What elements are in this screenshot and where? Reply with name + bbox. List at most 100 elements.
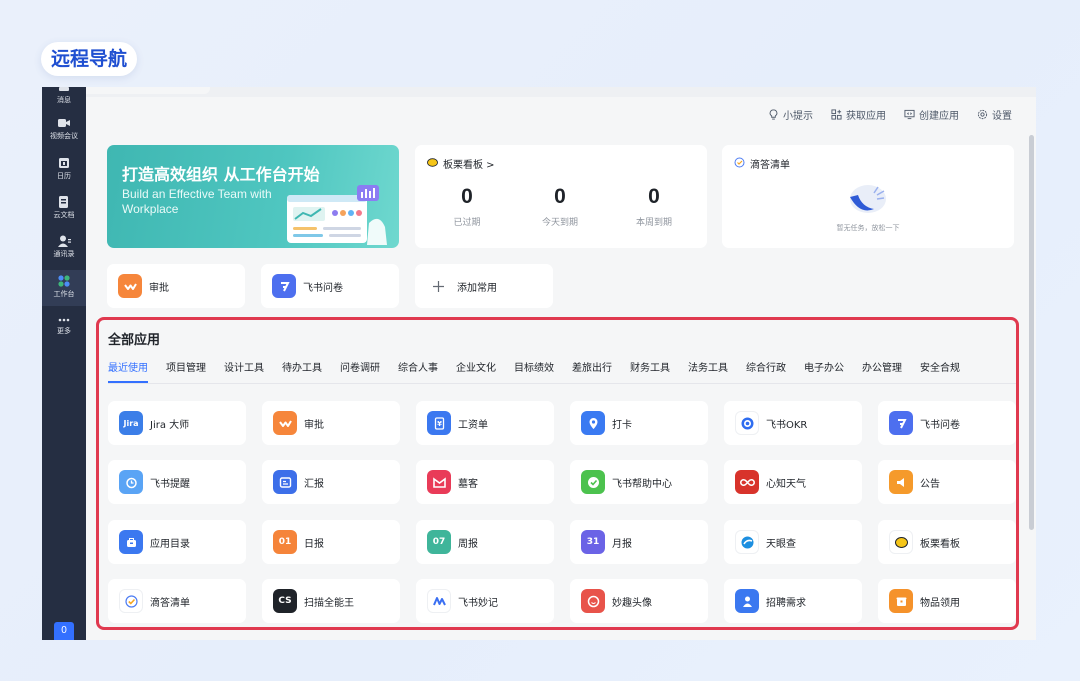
app-card-survey[interactable]: 飞书问卷 (878, 401, 1016, 445)
app-card-label: 周报 (458, 538, 478, 550)
sidebar-item-contacts[interactable]: 通讯录 (42, 235, 86, 259)
sidebar-item-workplace[interactable]: 工作台 (42, 270, 86, 306)
tab-category[interactable]: 电子办公 (804, 359, 844, 383)
settings-button[interactable]: 设置 (977, 107, 1012, 122)
sidebar-item-more[interactable]: 更多 (42, 316, 86, 336)
app-card-label: Jira 大师 (150, 419, 190, 431)
reminder-icon (119, 470, 143, 494)
app-card-okr[interactable]: 飞书OKR (724, 401, 862, 445)
stat-overdue[interactable]: 0 已过期 (422, 185, 512, 228)
stat-label: 本周到期 (635, 218, 672, 228)
app-card-jira[interactable]: Jira Jira 大师 (108, 401, 246, 445)
app-card-tianyancha[interactable]: 天眼查 (724, 520, 862, 564)
report-icon (273, 470, 297, 494)
tab-category[interactable]: 财务工具 (630, 359, 670, 383)
app-card-approval[interactable]: 审批 (262, 401, 400, 445)
survey-icon (889, 411, 913, 435)
tab-category[interactable]: 综合人事 (398, 359, 438, 383)
sidebar: 消息 视频会议 日历 云文档 通讯录 工作台 更多 0 (42, 87, 86, 640)
app-card-avatar-app[interactable]: 妙趣头像 (570, 579, 708, 623)
tab-category[interactable]: 办公管理 (862, 359, 902, 383)
add-frequent-button[interactable]: 添加常用 (415, 264, 553, 308)
stat-due-today[interactable]: 0 今天到期 (515, 185, 605, 228)
calendar-icon (57, 157, 71, 169)
app-card-payroll[interactable]: ¥ 工资单 (416, 401, 554, 445)
todo-empty-text: 暂无任务，放松一下 (836, 224, 900, 232)
app-card-label: 飞书OKR (766, 419, 808, 431)
tab-category[interactable]: 最近使用 (108, 359, 148, 383)
minutes-icon (427, 589, 451, 613)
tianyancha-icon (735, 530, 759, 554)
quick-app-label: 审批 (149, 282, 169, 294)
tab-category[interactable]: 企业文化 (456, 359, 496, 383)
kanban-header[interactable]: 板栗看板 > (427, 156, 495, 171)
stat-value: 0 (554, 185, 566, 208)
tab-category[interactable]: 问卷调研 (340, 359, 380, 383)
app-card-app-directory[interactable]: 应用目录 (108, 520, 246, 564)
todo-header[interactable]: 滴答清单 (734, 156, 790, 171)
workplace-banner[interactable]: 打造高效组织 从工作台开始 Build an Effective Team wi… (107, 145, 399, 248)
count-badge[interactable]: 0 (54, 622, 74, 640)
todo-widget[interactable]: 滴答清单 暂无任务，放松一下 (722, 145, 1014, 248)
section-title: 全部应用 (108, 333, 161, 348)
app-card-label: 板栗看板 (920, 538, 960, 550)
app-card-daily-report[interactable]: 01 日报 (262, 520, 400, 564)
message-icon (57, 87, 71, 93)
ticktick-icon (119, 589, 143, 613)
app-card-checkin[interactable]: 打卡 (570, 401, 708, 445)
get-apps-label: 获取应用 (846, 111, 886, 122)
get-apps-button[interactable]: 获取应用 (831, 107, 886, 122)
tab-category[interactable]: 法务工具 (688, 359, 728, 383)
ticktick-icon (734, 157, 745, 171)
app-card-mooc[interactable]: 墓客 (416, 460, 554, 504)
create-app-button[interactable]: 创建应用 (904, 107, 959, 122)
sidebar-item-messages[interactable]: 消息 (42, 87, 86, 105)
approval-icon (273, 411, 297, 435)
workplace-icon (57, 275, 71, 287)
banner-subtitle: Build an Effective Team with Workplace (122, 187, 272, 216)
app-card-item-claim[interactable]: 物品领用 (878, 579, 1016, 623)
sidebar-item-label: 通讯录 (53, 250, 75, 258)
recruit-icon (735, 589, 759, 613)
payroll-icon: ¥ (427, 411, 451, 435)
quick-app-approval[interactable]: 审批 (107, 264, 245, 308)
kanban-widget[interactable]: 板栗看板 > 0 已过期 0 今天到期 0 本周到期 (415, 145, 707, 248)
app-card-kanban[interactable]: 板栗看板 (878, 520, 1016, 564)
scrollbar[interactable] (1029, 135, 1034, 530)
tab-category[interactable]: 差旅出行 (572, 359, 612, 383)
tab-category[interactable]: 项目管理 (166, 359, 206, 383)
app-card-weekly-report[interactable]: 07 周报 (416, 520, 554, 564)
app-card-camscanner[interactable]: CS 扫描全能王 (262, 579, 400, 623)
tab-category[interactable]: 设计工具 (224, 359, 264, 383)
app-card-weather[interactable]: 心知天气 (724, 460, 862, 504)
app-card-ticktick[interactable]: 滴答清单 (108, 579, 246, 623)
stat-due-week[interactable]: 0 本周到期 (609, 185, 699, 228)
app-card-label: 汇报 (304, 478, 324, 490)
sidebar-item-video[interactable]: 视频会议 (42, 117, 86, 141)
app-card-monthly-report[interactable]: 31 月报 (570, 520, 708, 564)
camscanner-icon: CS (273, 589, 297, 613)
app-window: 消息 视频会议 日历 云文档 通讯录 工作台 更多 0 小提示 获取应用 创建应… (42, 87, 1036, 640)
apps-plus-icon (831, 109, 842, 120)
app-card-label: 审批 (304, 419, 324, 431)
app-card-help-center[interactable]: 飞书帮助中心 (570, 460, 708, 504)
kanban-icon (889, 530, 913, 554)
sidebar-item-calendar[interactable]: 日历 (42, 157, 86, 181)
todo-title: 滴答清单 (750, 160, 790, 171)
tab-category[interactable]: 目标绩效 (514, 359, 554, 383)
tab-category[interactable]: 安全合规 (920, 359, 960, 383)
app-card-report[interactable]: 汇报 (262, 460, 400, 504)
active-tab[interactable] (86, 87, 210, 94)
app-card-announcement[interactable]: 公告 (878, 460, 1016, 504)
help-center-icon (581, 470, 605, 494)
app-card-recruit[interactable]: 招聘需求 (724, 579, 862, 623)
tab-category[interactable]: 综合行政 (746, 359, 786, 383)
quick-app-survey[interactable]: 飞书问卷 (261, 264, 399, 308)
tips-button[interactable]: 小提示 (768, 107, 813, 122)
plus-icon (426, 274, 450, 298)
app-card-minutes[interactable]: 飞书妙记 (416, 579, 554, 623)
stat-value: 0 (461, 185, 473, 208)
sidebar-item-docs[interactable]: 云文档 (42, 196, 86, 220)
app-card-reminder[interactable]: 飞书提醒 (108, 460, 246, 504)
tab-category[interactable]: 待办工具 (282, 359, 322, 383)
